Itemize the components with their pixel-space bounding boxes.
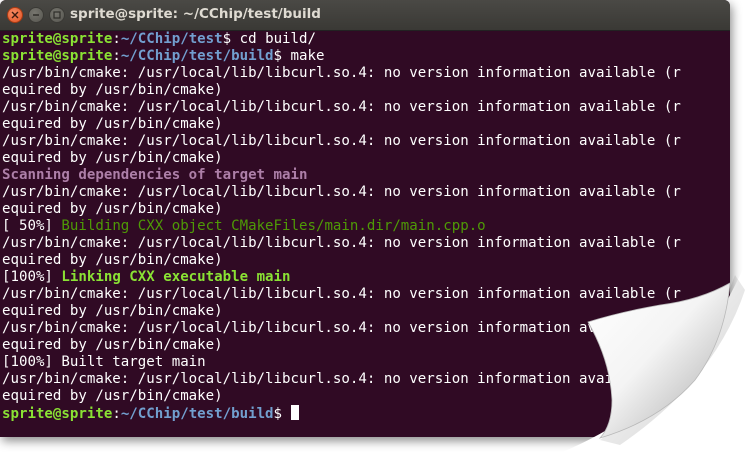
window-title: sprite@sprite: ~/CChip/test/build xyxy=(70,6,321,22)
command-text: cd build/ xyxy=(239,31,316,47)
terminal-window: sprite@sprite: ~/CChip/test/build sprite… xyxy=(0,0,730,437)
prompt-line: sprite@sprite:~/CChip/test$ cd build/ xyxy=(2,31,730,48)
output-text: /usr/bin/cmake: /usr/local/lib/libcurl.s… xyxy=(2,286,681,302)
output-text: /usr/bin/cmake: /usr/local/lib/libcurl.s… xyxy=(2,235,681,251)
output-text: equired by /usr/bin/cmake) xyxy=(2,303,223,319)
prompt-path: ~/CChip/test xyxy=(120,31,223,47)
maximize-button[interactable] xyxy=(49,7,65,23)
output-line: equired by /usr/bin/cmake) xyxy=(2,337,730,354)
output-line: [100%] Linking CXX executable main xyxy=(2,269,730,286)
output-line: /usr/bin/cmake: /usr/local/lib/libcurl.s… xyxy=(2,320,730,337)
output-text: equired by /usr/bin/cmake) xyxy=(2,116,223,132)
output-text: /usr/bin/cmake: /usr/local/lib/libcurl.s… xyxy=(2,184,681,200)
output-text: /usr/bin/cmake: /usr/local/lib/libcurl.s… xyxy=(2,99,681,115)
output-line: equired by /usr/bin/cmake) xyxy=(2,252,730,269)
prompt-separator: : xyxy=(112,31,121,47)
output-text: /usr/bin/cmake: /usr/local/lib/libcurl.s… xyxy=(2,320,681,336)
prompt-user: sprite@sprite xyxy=(2,406,113,422)
output-text: /usr/bin/cmake: /usr/local/lib/libcurl.s… xyxy=(2,65,681,81)
close-button[interactable] xyxy=(7,7,23,23)
terminal-output[interactable]: sprite@sprite:~/CChip/test$ cd build/spr… xyxy=(0,31,730,437)
output-text: /usr/bin/cmake: /usr/local/lib/libcurl.s… xyxy=(2,133,681,149)
prompt-symbol: $ xyxy=(222,31,240,47)
output-text: equired by /usr/bin/cmake) xyxy=(2,82,223,98)
output-text: equired by /usr/bin/cmake) xyxy=(2,150,223,166)
output-line: /usr/bin/cmake: /usr/local/lib/libcurl.s… xyxy=(2,371,730,388)
title-bar[interactable]: sprite@sprite: ~/CChip/test/build xyxy=(0,0,730,31)
prompt-line: sprite@sprite:~/CChip/test/build$ xyxy=(2,405,730,422)
minimize-icon xyxy=(33,14,39,16)
output-line: [ 50%] Building CXX object CMakeFiles/ma… xyxy=(2,218,730,235)
prompt-path: ~/CChip/test/build xyxy=(120,48,274,64)
output-text: equired by /usr/bin/cmake) xyxy=(2,252,223,268)
prompt-symbol: $ xyxy=(273,48,291,64)
output-line: equired by /usr/bin/cmake) xyxy=(2,82,730,99)
prompt-user: sprite@sprite xyxy=(2,48,113,64)
output-line: /usr/bin/cmake: /usr/local/lib/libcurl.s… xyxy=(2,235,730,252)
output-line: /usr/bin/cmake: /usr/local/lib/libcurl.s… xyxy=(2,65,730,82)
prompt-symbol: $ xyxy=(273,406,291,422)
output-line: equired by /usr/bin/cmake) xyxy=(2,303,730,320)
output-text: equired by /usr/bin/cmake) xyxy=(2,388,223,404)
output-line: equired by /usr/bin/cmake) xyxy=(2,150,730,167)
prompt-line: sprite@sprite:~/CChip/test/build$ make xyxy=(2,48,730,65)
output-line: /usr/bin/cmake: /usr/local/lib/libcurl.s… xyxy=(2,133,730,150)
output-text: [100%] Built target main xyxy=(2,354,206,370)
output-line: equired by /usr/bin/cmake) xyxy=(2,116,730,133)
prompt-separator: : xyxy=(112,48,121,64)
prompt-path: ~/CChip/test/build xyxy=(120,406,274,422)
status-message: Scanning dependencies of target main xyxy=(2,167,308,183)
output-line: equired by /usr/bin/cmake) xyxy=(2,388,730,405)
output-line: [100%] Built target main xyxy=(2,354,730,371)
output-line: /usr/bin/cmake: /usr/local/lib/libcurl.s… xyxy=(2,99,730,116)
minimize-button[interactable] xyxy=(28,7,44,23)
output-line: /usr/bin/cmake: /usr/local/lib/libcurl.s… xyxy=(2,184,730,201)
output-line: Scanning dependencies of target main xyxy=(2,167,730,184)
prompt-separator: : xyxy=(112,406,121,422)
cursor xyxy=(290,405,299,420)
output-text: equired by /usr/bin/cmake) xyxy=(2,337,223,353)
progress-percent: [100%] xyxy=(2,269,62,285)
output-text: equired by /usr/bin/cmake) xyxy=(2,201,223,217)
progress-percent: [ 50%] xyxy=(2,218,62,234)
maximize-icon xyxy=(53,11,61,19)
command-text: make xyxy=(290,48,325,64)
progress-message: Building CXX object CMakeFiles/main.dir/… xyxy=(61,218,486,234)
progress-message: Linking CXX executable main xyxy=(61,269,291,285)
output-line: /usr/bin/cmake: /usr/local/lib/libcurl.s… xyxy=(2,286,730,303)
prompt-user: sprite@sprite xyxy=(2,31,113,47)
output-line: equired by /usr/bin/cmake) xyxy=(2,201,730,218)
output-text: /usr/bin/cmake: /usr/local/lib/libcurl.s… xyxy=(2,371,681,387)
close-icon xyxy=(11,11,19,19)
